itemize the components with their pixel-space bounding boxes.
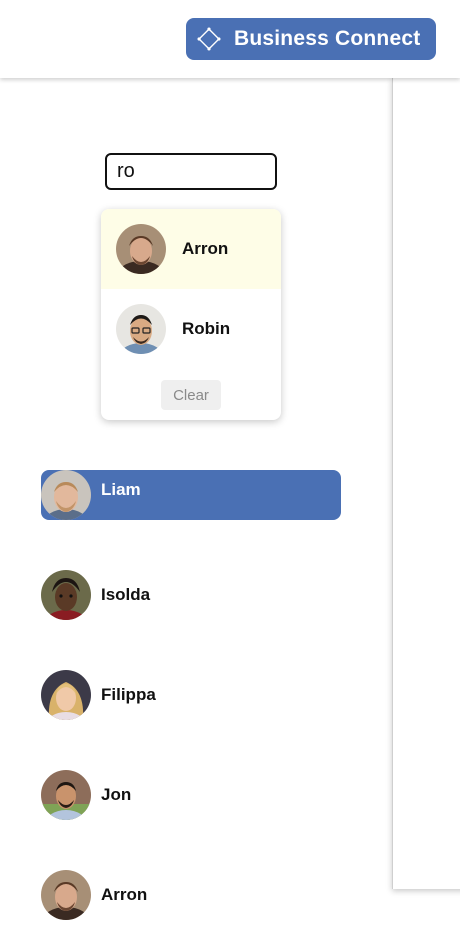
list-item-filippa[interactable]: Filippa (41, 670, 341, 720)
avatar (41, 770, 91, 820)
suggestion-dropdown: Arron Robin Clear (101, 209, 281, 420)
search-input[interactable] (105, 153, 277, 190)
avatar (116, 304, 166, 354)
user-name: Isolda (101, 585, 151, 604)
suggestion-item-robin[interactable]: Robin (101, 289, 281, 369)
suggestion-item-arron[interactable]: Arron (101, 209, 281, 289)
diamond-logo-icon (197, 27, 221, 51)
avatar (41, 670, 91, 720)
list-item-liam[interactable]: Liam (41, 470, 341, 520)
list-item-arron[interactable]: Arron (41, 870, 341, 920)
brand-name: Business Connect (234, 27, 421, 50)
brand-button[interactable]: Business Connect (186, 18, 436, 60)
avatar (116, 224, 166, 274)
list-item-isolda[interactable]: Isolda (41, 570, 341, 620)
user-name: Arron (101, 885, 148, 904)
suggestion-name: Arron (182, 239, 229, 258)
detail-panel (392, 78, 460, 889)
avatar (41, 570, 91, 620)
user-name: Liam (101, 480, 141, 499)
avatar (41, 470, 91, 520)
user-name: Filippa (101, 685, 156, 704)
avatar (41, 870, 91, 920)
user-name: Jon (101, 785, 132, 804)
clear-button[interactable]: Clear (161, 380, 221, 410)
list-item-jon[interactable]: Jon (41, 770, 341, 820)
top-bar: Business Connect (0, 0, 460, 78)
suggestion-name: Robin (182, 319, 231, 338)
